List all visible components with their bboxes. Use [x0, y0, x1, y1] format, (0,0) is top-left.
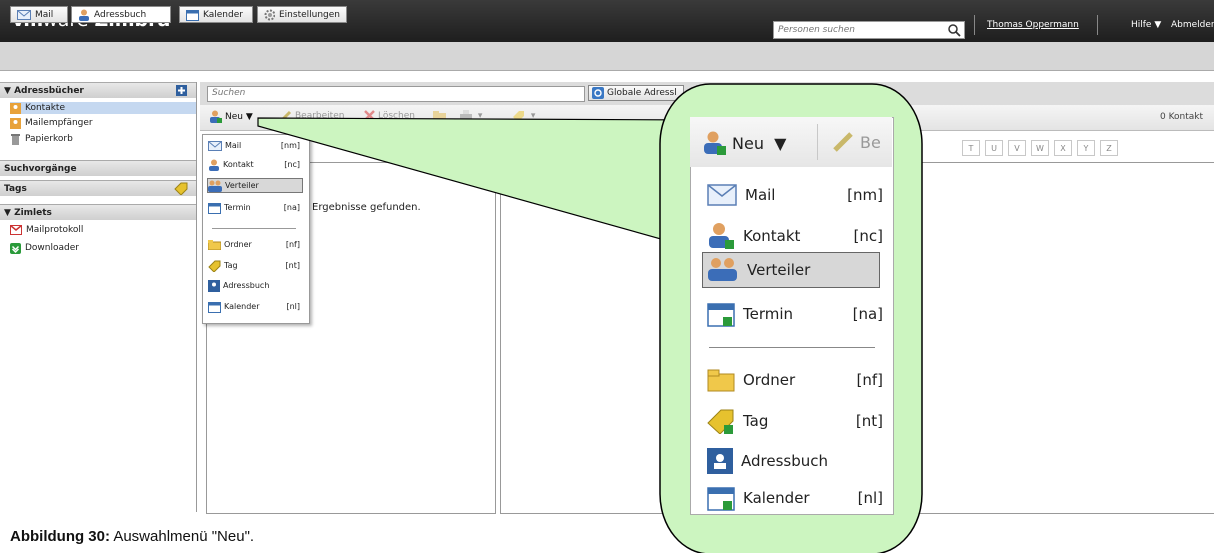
addressbook-icon: [707, 448, 733, 474]
zoom-menu-item-calendar[interactable]: Kalender [nl]: [707, 480, 893, 516]
new-contact-icon: [709, 223, 734, 249]
zoom-menu-item-tag[interactable]: Tag [nt]: [707, 403, 893, 439]
toolbar-separator: [817, 124, 818, 160]
tag-icon: [707, 409, 734, 434]
menu-item-label: Verteiler: [747, 261, 811, 279]
zoom-menu-item-appointment[interactable]: Termin [na]: [707, 296, 893, 332]
mail-icon: [707, 184, 737, 206]
menu-separator: [709, 347, 875, 348]
folder-icon: [707, 369, 735, 392]
zoomed-edit-button[interactable]: Be: [832, 131, 881, 153]
zoomed-new-button[interactable]: Neu ▼: [702, 131, 786, 155]
zoom-menu-item-contact[interactable]: Kontakt [nc]: [707, 218, 893, 254]
zoom-menu-item-addressbook[interactable]: Adressbuch: [707, 443, 893, 479]
menu-item-label: Mail: [745, 186, 776, 204]
zoom-menu-item-mail[interactable]: Mail [nm]: [707, 177, 893, 213]
menu-item-label: Ordner: [743, 371, 796, 389]
menu-item-label: Tag: [743, 412, 769, 430]
calendar-icon: [707, 487, 735, 511]
calendar-icon: [707, 303, 735, 327]
zoom-menu-item-distribution-list[interactable]: Verteiler: [702, 252, 880, 288]
menu-item-label: Adressbuch: [741, 452, 828, 470]
pencil-icon: [833, 132, 853, 152]
menu-item-label: Kalender: [743, 489, 810, 507]
shortcut-label: [na]: [852, 305, 883, 323]
callout-overlay: [257, 83, 923, 553]
shortcut-label: [nt]: [855, 412, 883, 430]
menu-item-label: Termin: [743, 305, 794, 323]
shortcut-label: [nm]: [847, 186, 883, 204]
shortcut-label: [nc]: [853, 227, 883, 245]
figure-caption: Abbildung 30: Auswahlmenü "Neu".: [10, 528, 255, 545]
menu-item-label: Kontakt: [743, 227, 801, 245]
callout-pointer: [257, 117, 701, 251]
shortcut-label: [nf]: [856, 371, 884, 389]
zoom-menu-item-folder[interactable]: Ordner [nf]: [707, 362, 893, 398]
shortcut-label: [nl]: [857, 489, 883, 507]
chevron-down-icon: ▼: [774, 133, 787, 153]
new-contact-icon: [704, 131, 726, 155]
group-icon: [708, 258, 737, 281]
